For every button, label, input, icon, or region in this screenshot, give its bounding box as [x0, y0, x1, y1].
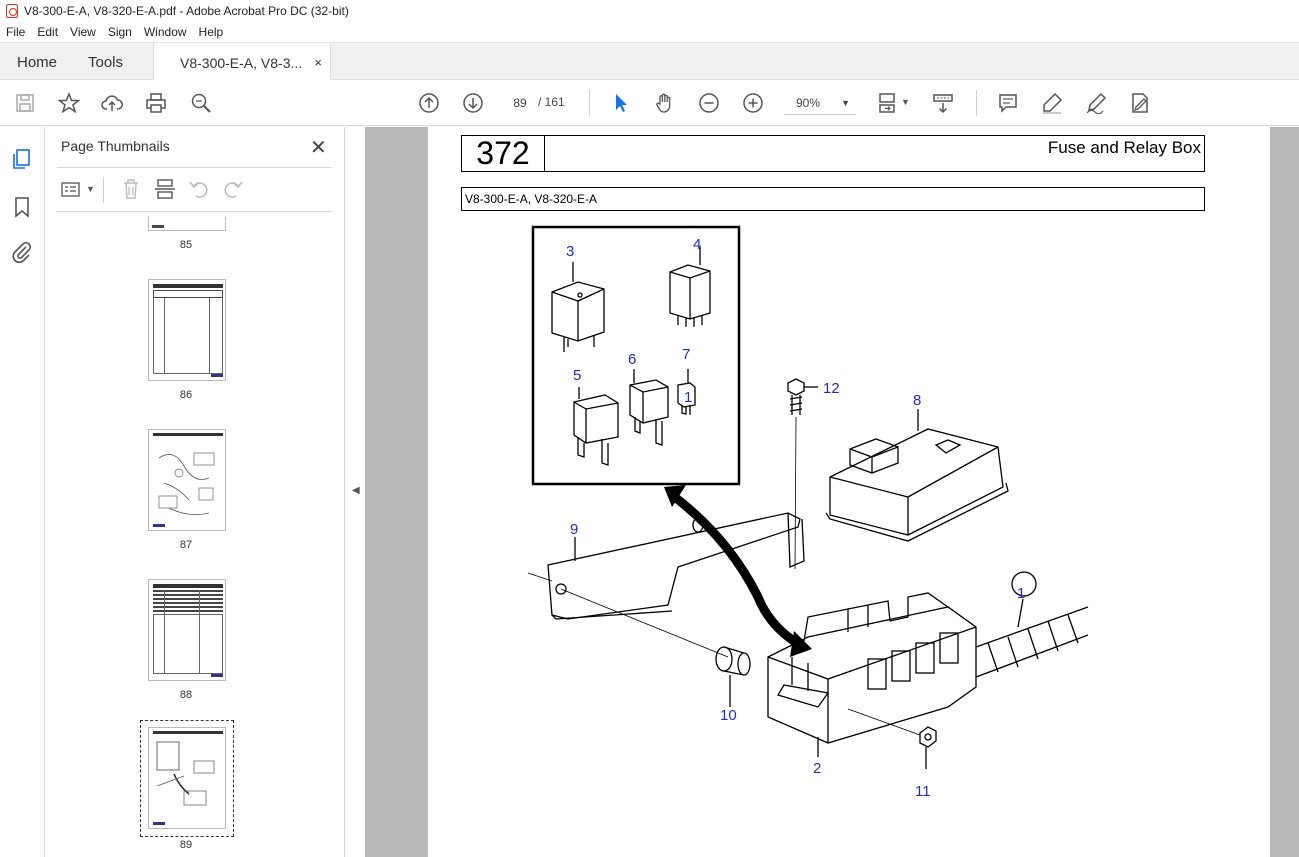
- menu-view[interactable]: View: [64, 25, 102, 39]
- callout-label: 9: [570, 521, 579, 538]
- callout-label: 4: [693, 236, 702, 253]
- draw-pen-icon[interactable]: [1084, 91, 1108, 115]
- find-zoom-icon[interactable]: [189, 91, 213, 115]
- page-fit-dropdown-icon[interactable]: ▼: [901, 97, 910, 107]
- callout-label: 3: [566, 243, 575, 260]
- delete-page-icon[interactable]: [119, 177, 143, 201]
- acrobat-icon: [6, 4, 18, 18]
- pdf-page: 372 Fuse and Relay Box V8-300-E-A, V8-32…: [428, 127, 1270, 857]
- callout-label: 2: [813, 760, 822, 777]
- callout-label: 8: [913, 392, 922, 409]
- tab-bar: Home Tools V8-300-E-A, V8-3... ×: [0, 42, 1299, 82]
- page-fit-icon[interactable]: [876, 91, 900, 115]
- panel-divider: [57, 211, 332, 212]
- menu-sign[interactable]: Sign: [102, 25, 138, 39]
- page-title: Fuse and Relay Box: [1047, 138, 1201, 157]
- thumbnail-label: 87: [179, 539, 193, 551]
- page-count: / 161: [538, 95, 565, 109]
- thumbnail-page-85[interactable]: [148, 217, 226, 231]
- page-thumbnails-icon[interactable]: [10, 147, 34, 171]
- panel-divider: [57, 167, 332, 168]
- close-panel-icon[interactable]: ✕: [310, 135, 327, 160]
- thumbnail-page-86[interactable]: [148, 279, 226, 381]
- select-cursor-icon[interactable]: [609, 91, 633, 115]
- zoom-level-select[interactable]: 90% ▼: [784, 93, 856, 115]
- save-icon[interactable]: [13, 91, 37, 115]
- document-viewer[interactable]: 372 Fuse and Relay Box V8-300-E-A, V8-32…: [365, 127, 1299, 857]
- thumbnail-page-88[interactable]: [148, 579, 226, 681]
- zoom-level-value: 90%: [796, 96, 821, 110]
- previous-page-icon[interactable]: [417, 91, 441, 115]
- thumbnail-label: 86: [179, 389, 193, 401]
- rotate-left-icon[interactable]: [187, 177, 211, 201]
- page-header: 372 Fuse and Relay Box: [461, 135, 1205, 172]
- print-icon[interactable]: [144, 91, 168, 115]
- callout-label: 12: [823, 380, 840, 397]
- menu-edit[interactable]: Edit: [31, 25, 64, 39]
- thumbnail-label: 88: [179, 689, 193, 701]
- callout-label: 1: [1017, 585, 1026, 602]
- page-number-label: 372: [462, 136, 545, 171]
- close-tab-icon[interactable]: ×: [314, 55, 322, 70]
- callout-label: 11: [915, 783, 931, 800]
- chevron-down-icon: ▼: [841, 98, 850, 108]
- callout-label: 10: [720, 707, 737, 724]
- callout-label: 1: [684, 389, 693, 406]
- page-number-input[interactable]: [505, 92, 535, 114]
- callout-label: 7: [682, 346, 691, 363]
- tab-document[interactable]: V8-300-E-A, V8-3... ×: [153, 43, 331, 82]
- tab-home[interactable]: Home: [17, 43, 57, 81]
- window-title: V8-300-E-A, V8-320-E-A.pdf - Adobe Acrob…: [24, 4, 349, 18]
- thumbnail-label: 85: [179, 239, 193, 251]
- panel-toolbar-divider: [103, 177, 104, 203]
- panel-title: Page Thumbnails: [61, 138, 170, 154]
- fill-sign-icon[interactable]: [1128, 91, 1152, 115]
- rotate-right-icon[interactable]: [221, 177, 245, 201]
- thumbnail-options-icon[interactable]: [59, 177, 83, 201]
- comment-icon[interactable]: [996, 91, 1020, 115]
- callout-label: 5: [573, 367, 582, 384]
- page-thumbnails-panel: Page Thumbnails ✕ ▼ 85 86 87 88 89: [45, 127, 384, 857]
- menu-help[interactable]: Help: [193, 25, 230, 39]
- thumbnail-label: 89: [179, 839, 193, 851]
- model-label: V8-300-E-A, V8-320-E-A: [461, 187, 1205, 211]
- menu-bar: File Edit View Sign Window Help: [0, 22, 1299, 42]
- tab-tools[interactable]: Tools: [88, 43, 123, 81]
- hand-tool-icon[interactable]: [653, 91, 677, 115]
- zoom-in-icon[interactable]: [741, 91, 765, 115]
- tab-document-label: V8-300-E-A, V8-3...: [180, 54, 303, 71]
- bookmarks-icon[interactable]: [10, 195, 34, 219]
- highlight-pen-icon[interactable]: [1040, 91, 1064, 115]
- thumbnail-page-89[interactable]: [148, 727, 226, 829]
- next-page-icon[interactable]: [461, 91, 485, 115]
- exploded-view-illustration: [527, 225, 1089, 769]
- zoom-out-icon[interactable]: [697, 91, 721, 115]
- toolbar-divider: [976, 90, 977, 116]
- menu-file[interactable]: File: [0, 25, 31, 39]
- upload-cloud-icon[interactable]: [100, 91, 124, 115]
- attachments-icon[interactable]: [10, 240, 34, 264]
- insert-page-icon[interactable]: [153, 177, 177, 201]
- star-icon[interactable]: [57, 91, 81, 115]
- scroll-mode-icon[interactable]: [931, 91, 955, 115]
- title-bar: V8-300-E-A, V8-320-E-A.pdf - Adobe Acrob…: [0, 0, 1299, 22]
- toolbar: / 161 90% ▼ ▼: [0, 80, 1299, 126]
- collapse-panel-icon[interactable]: ◀: [352, 485, 360, 496]
- toolbar-divider: [589, 90, 590, 116]
- left-navigation-rail: [0, 127, 45, 857]
- menu-window[interactable]: Window: [138, 25, 193, 39]
- callout-label: 6: [628, 351, 637, 368]
- thumbnail-page-87[interactable]: [148, 429, 226, 531]
- options-chevron-icon[interactable]: ▼: [86, 184, 95, 194]
- panel-splitter[interactable]: ◀: [345, 127, 365, 857]
